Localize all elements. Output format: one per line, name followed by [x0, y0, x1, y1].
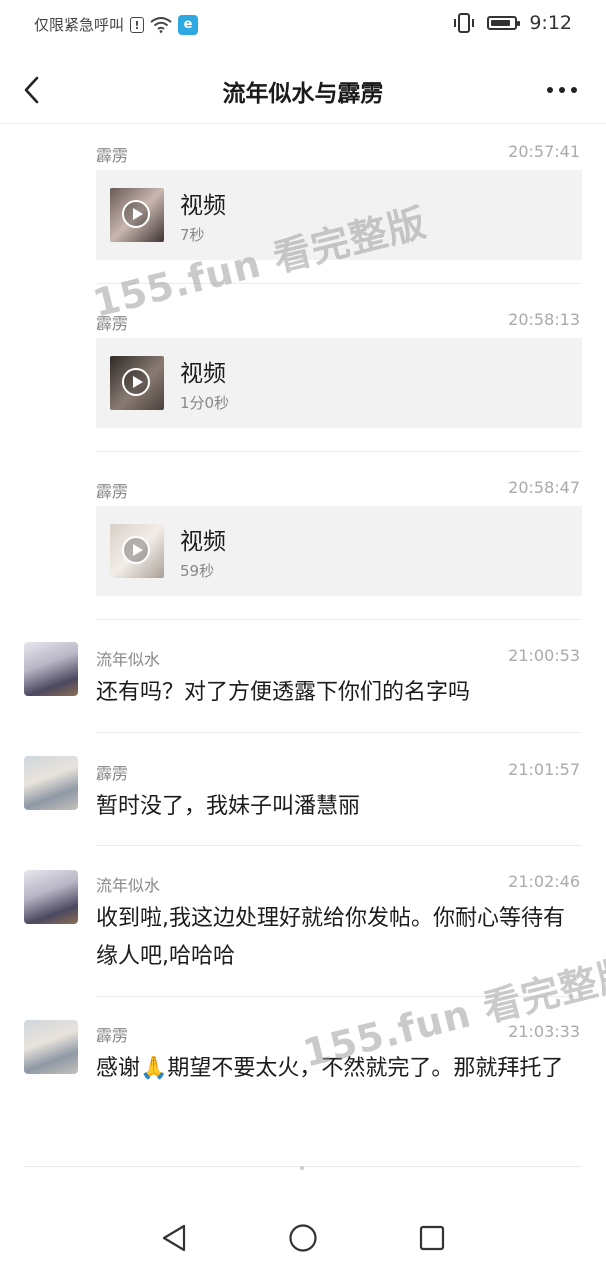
message-time: 21:00:53 [508, 646, 580, 665]
video-card[interactable]: 视频 1分0秒 [96, 338, 582, 428]
video-duration: 1分0秒 [180, 394, 230, 412]
sender-name: 流年似水 [96, 650, 161, 669]
video-thumbnail [110, 188, 164, 242]
status-right: 9:12 [453, 12, 572, 34]
message-time: 20:58:13 [508, 310, 580, 329]
carrier-text: 仅限紧急呼叫 [34, 16, 125, 34]
status-bar: 仅限紧急呼叫 ! e 9:12 [0, 0, 606, 52]
battery-icon [487, 16, 521, 30]
message-text: 收到啦,我这边处理好就给你发帖。你耐心等待有缘人吧,哈哈哈 [96, 906, 565, 969]
video-thumbnail [110, 524, 164, 578]
message-time: 21:01:57 [508, 760, 580, 779]
header-divider [0, 123, 606, 124]
alert-icon: ! [130, 16, 145, 33]
video-title: 视频 [180, 193, 226, 219]
sender-name: 霹雳 [96, 482, 129, 501]
video-title: 视频 [180, 529, 226, 555]
nav-home-button[interactable] [283, 1218, 323, 1258]
more-button[interactable] [542, 70, 582, 110]
video-duration: 59秒 [180, 562, 215, 580]
sender-name: 霹雳 [96, 146, 129, 165]
more-dots-icon [547, 87, 553, 93]
avatar[interactable] [24, 870, 78, 924]
back-triangle-icon [162, 1224, 186, 1252]
video-duration: 7秒 [180, 226, 205, 244]
avatar[interactable] [24, 756, 78, 810]
divider [96, 451, 582, 452]
page-title: 流年似水与霹雳 [222, 81, 384, 107]
video-thumbnail [110, 356, 164, 410]
divider [96, 732, 582, 733]
video-title: 视频 [180, 361, 226, 387]
play-icon [122, 200, 150, 228]
sender-name: 霹雳 [96, 764, 129, 783]
status-left: 仅限紧急呼叫 ! e [34, 14, 199, 35]
nav-recents-button[interactable] [412, 1218, 452, 1258]
title-bar: 流年似水与霹雳 [0, 58, 606, 122]
message-time: 20:57:41 [508, 142, 580, 161]
sender-name: 流年似水 [96, 876, 161, 895]
message-time: 21:02:46 [508, 872, 580, 891]
wifi-icon [150, 16, 172, 33]
vibrate-icon [454, 13, 475, 33]
clock: 9:12 [529, 12, 572, 34]
divider [96, 619, 582, 620]
avatar[interactable] [24, 1020, 78, 1074]
avatar[interactable] [24, 642, 78, 696]
app-icon: e [178, 14, 199, 35]
video-card[interactable]: 视频 59秒 [96, 506, 582, 596]
divider [96, 845, 582, 846]
sender-name: 霹雳 [96, 1026, 129, 1045]
navigation-bar [0, 1196, 606, 1280]
nav-back-button[interactable] [154, 1218, 194, 1258]
message-text: 还有吗？对了方便透露下你们的名字吗 [96, 680, 471, 705]
play-icon [122, 536, 150, 564]
play-icon [122, 368, 150, 396]
loading-dot [300, 1166, 304, 1170]
recents-square-icon [419, 1225, 445, 1251]
message-time: 20:58:47 [508, 478, 580, 497]
home-circle-icon [289, 1224, 317, 1252]
message-text: 暂时没了，我妹子叫潘慧丽 [96, 794, 361, 819]
